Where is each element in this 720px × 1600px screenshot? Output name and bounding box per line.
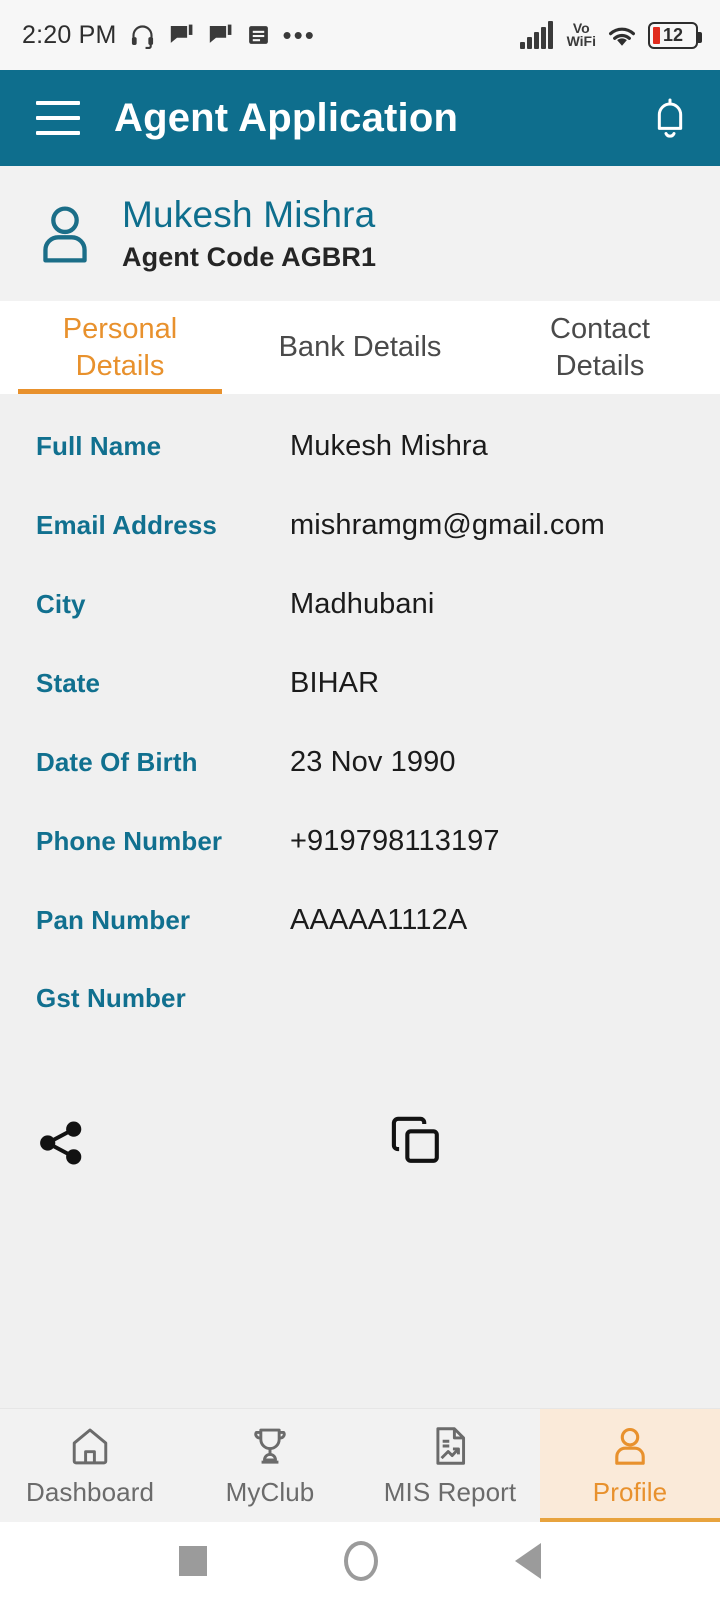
nav-item-dashboard[interactable]: Dashboard (0, 1409, 180, 1522)
battery-icon: 12 (648, 21, 702, 49)
detail-row-gst-number: Gst Number (0, 983, 720, 1062)
detail-row-email-address: Email Address mishramgm@gmail.com (0, 509, 720, 588)
tab-bar: Personal Details Bank Details Contact De… (0, 301, 720, 394)
status-bar: 2:20 PM ••• Vo WiFi 12 (0, 0, 720, 70)
tab-personal-details[interactable]: Personal Details (0, 301, 240, 394)
tab-label: Personal Details (62, 313, 178, 382)
detail-row-city: City Madhubani (0, 588, 720, 667)
nav-label: MIS Report (383, 1476, 517, 1507)
recents-button[interactable] (178, 1546, 207, 1576)
nav-label: Profile (592, 1476, 668, 1507)
nav-label: MyClub (225, 1476, 315, 1507)
battery-level-label: 12 (663, 24, 684, 45)
detail-value: +919798113197 (290, 825, 500, 857)
hamburger-menu-icon[interactable] (36, 101, 80, 135)
detail-row-phone-number: Phone Number +919798113197 (0, 825, 720, 904)
nav-item-myclub[interactable]: MyClub (180, 1409, 360, 1522)
chat-bubble-icon (209, 24, 231, 43)
trophy-icon (254, 1428, 286, 1464)
bottom-navigation: Dashboard MyClub MIS Report Profile (0, 1408, 720, 1522)
profile-summary: Mukesh Mishra Agent Code AGBR1 (0, 166, 720, 301)
person-icon (43, 205, 87, 263)
detail-label: Email Address (36, 510, 217, 540)
note-icon (248, 25, 268, 44)
action-row (0, 1062, 720, 1171)
page-title: Agent Application (114, 95, 459, 140)
profile-text: Mukesh Mishra Agent Code AGBR1 (122, 194, 376, 273)
chat-bubble-icon (170, 24, 192, 43)
status-bar-right: Vo WiFi 12 (519, 20, 702, 49)
person-icon (615, 1427, 645, 1465)
bell-icon[interactable] (650, 96, 690, 140)
battery-fill (653, 26, 660, 44)
app-bar: Agent Application (0, 70, 720, 166)
nav-item-mis-report[interactable]: MIS Report (360, 1409, 540, 1522)
detail-row-pan-number: Pan Number AAAAA1112A (0, 904, 720, 983)
tab-label: Bank Details (278, 331, 442, 364)
detail-value: mishramgm@gmail.com (290, 509, 605, 541)
detail-value: Mukesh Mishra (290, 430, 488, 462)
wifi-icon (609, 27, 635, 46)
report-icon (436, 1426, 466, 1465)
detail-row-date-of-birth: Date Of Birth 23 Nov 1990 (0, 746, 720, 825)
share-icon[interactable] (36, 1117, 100, 1169)
detail-label: Phone Number (36, 826, 223, 856)
nav-label: Dashboard (25, 1476, 155, 1507)
detail-row-full-name: Full Name Mukesh Mishra (0, 430, 720, 509)
status-bar-left: 2:20 PM ••• (22, 21, 316, 50)
detail-label: Date Of Birth (36, 747, 198, 777)
agent-name: Mukesh Mishra (122, 194, 376, 236)
detail-label: Full Name (36, 431, 162, 461)
nav-item-profile[interactable]: Profile (540, 1409, 720, 1522)
status-bar-clock: 2:20 PM (22, 20, 117, 49)
tab-bank-details[interactable]: Bank Details (240, 301, 480, 394)
detail-value: 23 Nov 1990 (290, 746, 456, 778)
home-button[interactable] (343, 1541, 378, 1581)
overflow-dots-icon: ••• (282, 20, 316, 50)
headphone-icon (131, 24, 153, 49)
tab-label: Contact Details (550, 313, 650, 382)
detail-value: AAAAA1112A (290, 904, 468, 936)
detail-label: Pan Number (36, 905, 191, 935)
tab-contact-details[interactable]: Contact Details (480, 301, 720, 394)
app-root: 2:20 PM ••• Vo WiFi 12 Agent Application… (0, 0, 720, 1600)
detail-label: Gst Number (36, 983, 186, 1013)
personal-details-list: Full Name Mukesh Mishra Email Address mi… (0, 394, 720, 1408)
volte-wifi-indicator: Vo WiFi (566, 20, 596, 49)
detail-row-state: State BIHAR (0, 667, 720, 746)
home-icon (72, 1428, 108, 1464)
detail-label: State (36, 668, 101, 698)
signal-bars-icon (519, 21, 553, 49)
detail-value: BIHAR (290, 667, 380, 699)
detail-label: City (36, 589, 86, 619)
agent-code: Agent Code AGBR1 (122, 241, 377, 272)
android-navigation-bar (0, 1522, 720, 1600)
detail-value: Madhubani (290, 588, 435, 620)
copy-icon[interactable] (390, 1114, 442, 1171)
back-button[interactable] (515, 1543, 542, 1579)
